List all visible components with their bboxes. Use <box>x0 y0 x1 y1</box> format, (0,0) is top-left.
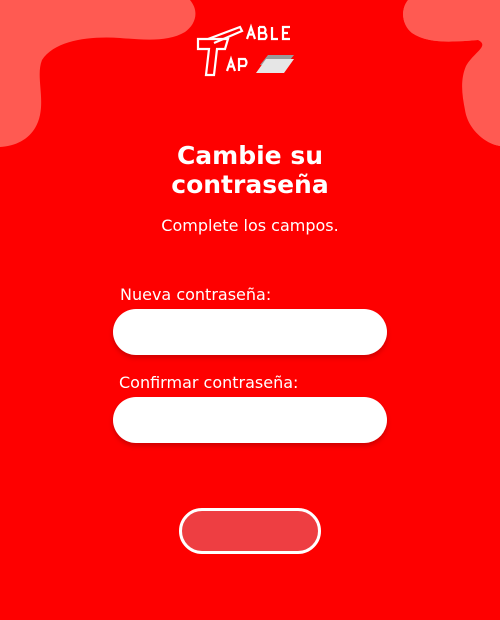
card-icon <box>256 55 294 73</box>
decorative-blob-right <box>403 0 500 146</box>
new-password-label: Nueva contraseña: <box>120 285 272 304</box>
new-password-input[interactable] <box>113 309 387 355</box>
page-title-line2: contraseña <box>171 170 329 199</box>
page-title-line1: Cambie su <box>176 141 324 170</box>
page-title: Cambie su contraseña <box>0 141 500 199</box>
submit-button[interactable] <box>179 508 321 554</box>
confirm-password-input[interactable] <box>113 397 387 443</box>
table-tap-logo <box>196 23 294 77</box>
confirm-password-label: Confirmar contraseña: <box>119 373 299 392</box>
decorative-blob-left <box>0 0 196 147</box>
page-subtitle: Complete los campos. <box>161 216 339 235</box>
